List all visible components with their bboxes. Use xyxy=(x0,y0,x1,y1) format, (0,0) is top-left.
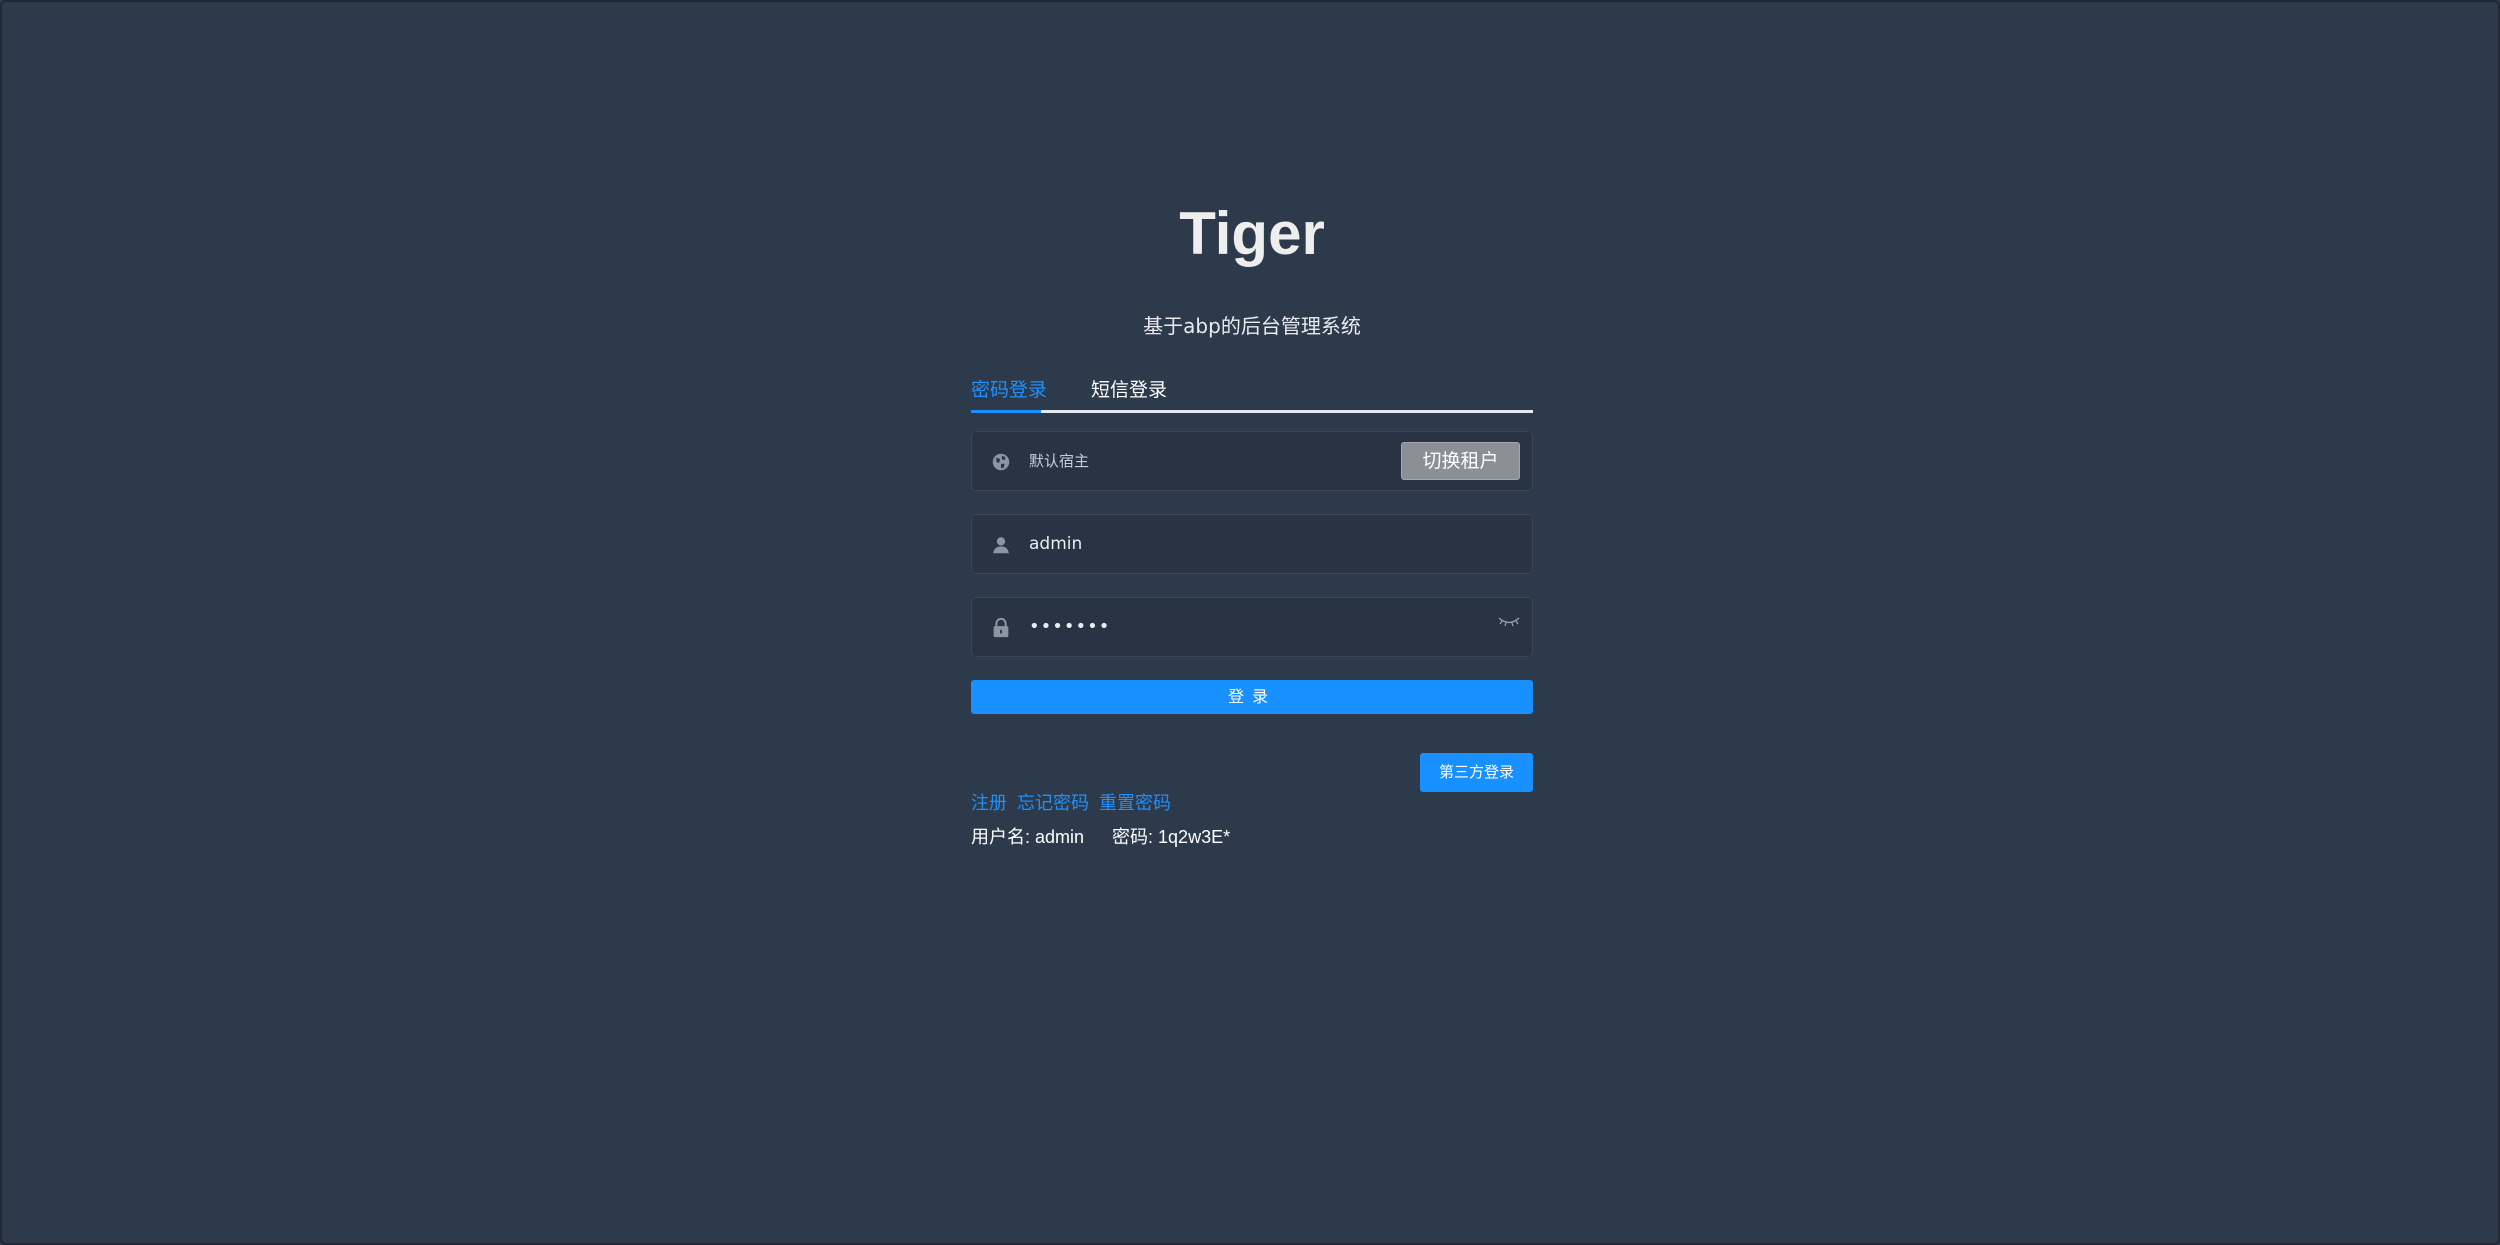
hint-username: 用户名: admin xyxy=(971,827,1085,847)
app-subtitle: 基于abp的后台管理系统 xyxy=(1143,314,1361,338)
third-party-login-button[interactable]: 第三方登录 xyxy=(1420,753,1533,792)
lock-icon xyxy=(993,617,1009,638)
tenant-field: 默认宿主 切换租户 xyxy=(971,431,1533,491)
reset-password-link[interactable]: 重置密码 xyxy=(1099,793,1171,814)
register-link[interactable]: 注册 xyxy=(971,793,1007,814)
credentials-hint: 用户名: admin 密码: 1q2w3E* xyxy=(971,824,1230,850)
user-icon xyxy=(993,537,1009,554)
app-title: Tiger xyxy=(1179,200,1325,267)
hint-password: 密码: 1q2w3E* xyxy=(1112,827,1231,847)
login-button[interactable]: 登录 xyxy=(971,680,1533,714)
login-form: Tiger 基于abp的后台管理系统 密码登录 短信登录 默认宿主 切换租户 a… xyxy=(971,197,1533,847)
switch-tenant-button[interactable]: 切换租户 xyxy=(1401,442,1520,480)
login-page: Tiger 基于abp的后台管理系统 密码登录 短信登录 默认宿主 切换租户 a… xyxy=(0,0,2500,1245)
forgot-password-link[interactable]: 忘记密码 xyxy=(1017,793,1089,814)
login-tabs: 密码登录 短信登录 xyxy=(971,375,1533,413)
auxiliary-links: 注册 忘记密码 重置密码 xyxy=(971,791,1181,817)
tenant-value: 默认宿主 xyxy=(1029,452,1090,470)
tab-sms-login[interactable]: 短信登录 xyxy=(1091,375,1167,405)
username-input[interactable]: admin xyxy=(1029,515,1082,573)
username-field[interactable]: admin xyxy=(971,514,1533,574)
active-tab-indicator xyxy=(971,410,1041,413)
password-input[interactable]: ••••••• xyxy=(1029,598,1110,656)
globe-icon xyxy=(992,453,1010,471)
password-field[interactable]: ••••••• xyxy=(971,597,1533,657)
eye-closed-icon[interactable] xyxy=(1498,615,1520,629)
tab-password-login[interactable]: 密码登录 xyxy=(971,375,1047,405)
